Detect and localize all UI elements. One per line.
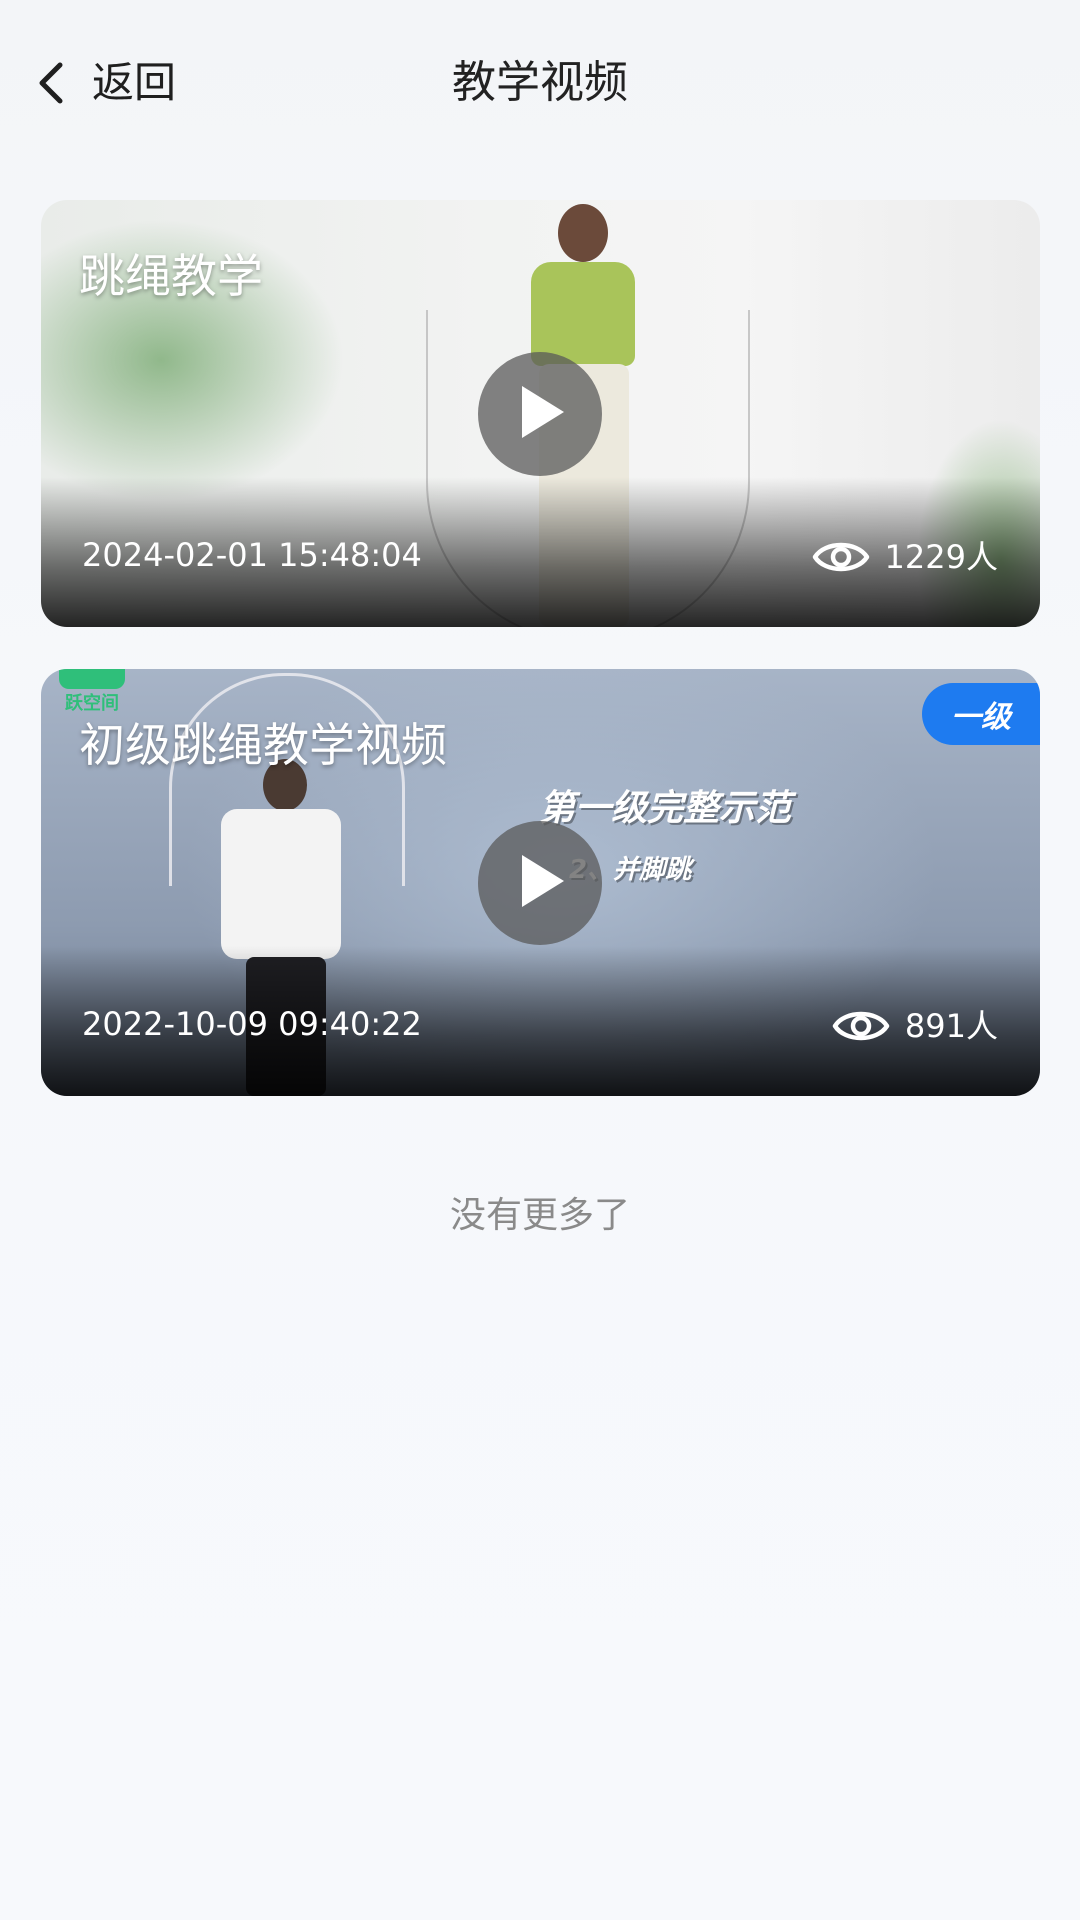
app-root: 返回 教学视频 跳绳教学 2024-02-01 15:48:04 1229人 第… xyxy=(0,0,1080,1920)
brand-logo xyxy=(59,669,125,689)
page-title: 教学视频 xyxy=(452,57,628,108)
figure-top xyxy=(531,262,635,366)
video-date: 2022-10-09 09:40:22 xyxy=(82,1005,422,1043)
level-badge: 一级 xyxy=(922,683,1040,745)
eye-icon xyxy=(831,1004,891,1048)
view-count: 1229人 xyxy=(811,535,998,579)
play-button[interactable] xyxy=(478,821,602,945)
eye-icon xyxy=(811,535,871,579)
thumbnail-caption-line1: 第一级完整示范 xyxy=(539,788,792,829)
video-date: 2024-02-01 15:48:04 xyxy=(82,536,422,574)
view-count-text: 891人 xyxy=(904,1007,998,1045)
header-bar: 返回 教学视频 xyxy=(0,0,1080,170)
video-card[interactable]: 跳绳教学 2024-02-01 15:48:04 1229人 xyxy=(41,200,1040,627)
play-icon xyxy=(512,382,568,446)
play-button[interactable] xyxy=(478,352,602,476)
play-icon xyxy=(512,851,568,915)
view-count: 891人 xyxy=(831,1004,998,1048)
video-title: 跳绳教学 xyxy=(79,249,263,303)
figure-top xyxy=(221,809,341,959)
no-more-text: 没有更多了 xyxy=(449,1195,630,1236)
video-title: 初级跳绳教学视频 xyxy=(79,718,447,772)
view-count-text: 1229人 xyxy=(884,538,998,576)
figure-head xyxy=(558,204,608,262)
video-card[interactable]: 第一级完整示范 2、并脚跳 跃空间 一级 初级跳绳教学视频 2022-10-09… xyxy=(41,669,1040,1096)
